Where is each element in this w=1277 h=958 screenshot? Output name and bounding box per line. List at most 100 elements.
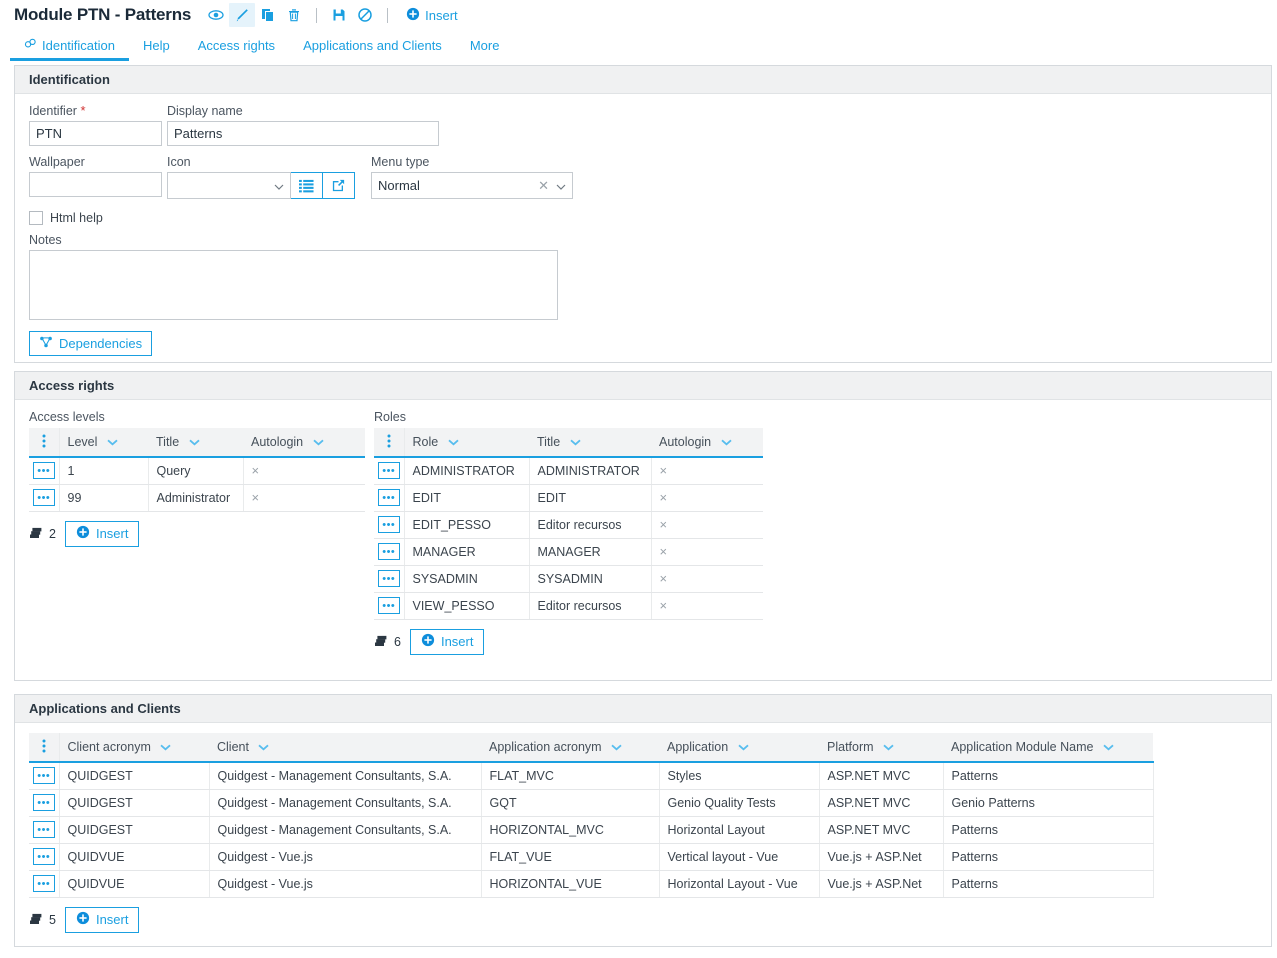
sort-chevron-icon[interactable] <box>313 435 324 449</box>
row-menu-cell[interactable]: ••• <box>29 816 60 844</box>
roles-col-autologin[interactable]: Autologin <box>651 428 763 458</box>
tab-more[interactable]: More <box>456 38 514 61</box>
sort-chevron-icon[interactable] <box>570 435 581 449</box>
row-menu-cell[interactable]: ••• <box>374 511 405 539</box>
table-row[interactable]: ••• ADMINISTRATOR ADMINISTRATOR × <box>374 457 763 485</box>
row-actions-button[interactable]: ••• <box>32 848 55 865</box>
sort-chevron-icon[interactable] <box>883 740 894 754</box>
applications-col-application-acronym[interactable]: Application acronym <box>481 733 659 763</box>
tab-access-rights[interactable]: Access rights <box>184 38 289 61</box>
access-levels-menu-header[interactable] <box>29 428 60 458</box>
cell-application: Horizontal Layout <box>659 816 820 844</box>
tab-applications-and-clients-label: Applications and Clients <box>303 38 442 53</box>
sort-chevron-icon[interactable] <box>611 740 622 754</box>
dependencies-button[interactable]: Dependencies <box>29 331 153 356</box>
sort-chevron-icon[interactable] <box>160 740 171 754</box>
sort-chevron-icon[interactable] <box>721 435 732 449</box>
insert-button[interactable]: Insert <box>406 7 458 24</box>
applications-col-client[interactable]: Client <box>209 733 481 763</box>
cell-level: 1 <box>59 457 149 485</box>
cell-application: Genio Quality Tests <box>659 789 820 817</box>
clear-icon[interactable]: ✕ <box>538 178 549 194</box>
row-menu-cell[interactable]: ••• <box>374 565 405 593</box>
row-actions-button[interactable]: ••• <box>377 489 400 506</box>
roles-col-role[interactable]: Role <box>404 428 529 458</box>
row-actions-button[interactable]: ••• <box>377 570 400 587</box>
applications-menu-header[interactable] <box>29 733 60 763</box>
applications-col-platform[interactable]: Platform <box>819 733 943 763</box>
row-actions-button[interactable]: ••• <box>377 516 400 533</box>
row-menu-cell[interactable]: ••• <box>29 789 60 817</box>
table-row[interactable]: ••• 1 Query × <box>29 457 365 485</box>
row-menu-cell[interactable]: ••• <box>29 762 60 790</box>
duplicate-icon[interactable] <box>255 3 281 27</box>
icon-list-button[interactable] <box>290 172 323 199</box>
notes-textarea[interactable] <box>29 250 558 320</box>
roles-insert-button[interactable]: Insert <box>409 628 485 655</box>
dependencies-button-label: Dependencies <box>59 336 143 351</box>
row-menu-cell[interactable]: ••• <box>29 484 60 512</box>
row-menu-cell[interactable]: ••• <box>374 484 405 512</box>
row-actions-button[interactable]: ••• <box>32 875 55 892</box>
save-icon[interactable] <box>326 3 352 27</box>
icon-external-link-button[interactable] <box>322 172 355 199</box>
row-actions-button[interactable]: ••• <box>32 821 55 838</box>
roles-col-title[interactable]: Title <box>529 428 651 458</box>
row-actions-button[interactable]: ••• <box>377 597 400 614</box>
table-row[interactable]: ••• 99 Administrator × <box>29 484 365 512</box>
tab-applications-and-clients[interactable]: Applications and Clients <box>289 38 456 61</box>
identifier-input[interactable] <box>29 121 162 146</box>
html-help-checkbox[interactable] <box>29 211 43 225</box>
view-icon[interactable] <box>203 3 229 27</box>
tab-bar: Identification Help Access rights Applic… <box>0 30 1277 61</box>
row-menu-cell[interactable]: ••• <box>374 538 405 566</box>
applications-col-client-acronym[interactable]: Client acronym <box>59 733 209 763</box>
sort-chevron-icon[interactable] <box>1103 740 1114 754</box>
table-row[interactable]: ••• MANAGER MANAGER × <box>374 538 763 566</box>
row-actions-button[interactable]: ••• <box>377 462 400 480</box>
cancel-icon[interactable] <box>352 3 378 27</box>
row-menu-cell[interactable]: ••• <box>29 843 60 871</box>
row-menu-cell[interactable]: ••• <box>374 457 405 485</box>
sort-chevron-icon[interactable] <box>107 435 118 449</box>
access-levels-col-autologin[interactable]: Autologin <box>243 428 365 458</box>
applications-col-module-name[interactable]: Application Module Name <box>943 733 1153 763</box>
tab-help[interactable]: Help <box>129 38 184 61</box>
table-row[interactable]: ••• VIEW_PESSO Editor recursos × <box>374 592 763 620</box>
sort-chevron-icon[interactable] <box>738 740 749 754</box>
row-menu-cell[interactable]: ••• <box>374 592 405 620</box>
row-menu-cell[interactable]: ••• <box>29 870 60 898</box>
row-actions-button[interactable]: ••• <box>32 489 55 506</box>
sort-chevron-icon[interactable] <box>448 435 459 449</box>
access-levels-insert-button[interactable]: Insert <box>64 520 140 547</box>
row-actions-button[interactable]: ••• <box>377 543 400 560</box>
tab-identification[interactable]: Identification <box>10 37 129 61</box>
table-row[interactable]: ••• EDIT_PESSO Editor recursos × <box>374 511 763 539</box>
sort-chevron-icon[interactable] <box>258 740 270 754</box>
icon-select-input[interactable] <box>167 172 291 199</box>
table-row[interactable]: ••• QUIDVUE Quidgest - Vue.js FLAT_VUE V… <box>29 843 1209 871</box>
access-levels-col-title[interactable]: Title <box>148 428 243 458</box>
roles-rowcount: 6 <box>374 633 401 650</box>
table-row[interactable]: ••• QUIDGEST Quidgest - Management Consu… <box>29 762 1209 790</box>
edit-icon[interactable] <box>229 3 256 27</box>
row-actions-button[interactable]: ••• <box>32 462 55 480</box>
wallpaper-input[interactable] <box>29 172 162 197</box>
html-help-row[interactable]: Html help <box>29 211 1257 225</box>
display-name-input[interactable] <box>167 121 439 146</box>
applications-col-application[interactable]: Application <box>659 733 819 763</box>
sort-chevron-icon[interactable] <box>189 435 200 449</box>
table-row[interactable]: ••• QUIDGEST Quidgest - Management Consu… <box>29 789 1209 817</box>
access-levels-col-level[interactable]: Level <box>59 428 148 458</box>
table-row[interactable]: ••• QUIDVUE Quidgest - Vue.js HORIZONTAL… <box>29 870 1209 898</box>
row-actions-button[interactable]: ••• <box>32 794 55 811</box>
roles-menu-header[interactable] <box>374 428 405 458</box>
table-row[interactable]: ••• SYSADMIN SYSADMIN × <box>374 565 763 593</box>
applications-insert-button[interactable]: Insert <box>64 906 140 933</box>
delete-icon[interactable] <box>281 3 307 27</box>
row-actions-button[interactable]: ••• <box>32 767 55 785</box>
cell-title: ADMINISTRATOR <box>529 457 652 485</box>
row-menu-cell[interactable]: ••• <box>29 457 60 485</box>
table-row[interactable]: ••• EDIT EDIT × <box>374 484 763 512</box>
table-row[interactable]: ••• QUIDGEST Quidgest - Management Consu… <box>29 816 1209 844</box>
